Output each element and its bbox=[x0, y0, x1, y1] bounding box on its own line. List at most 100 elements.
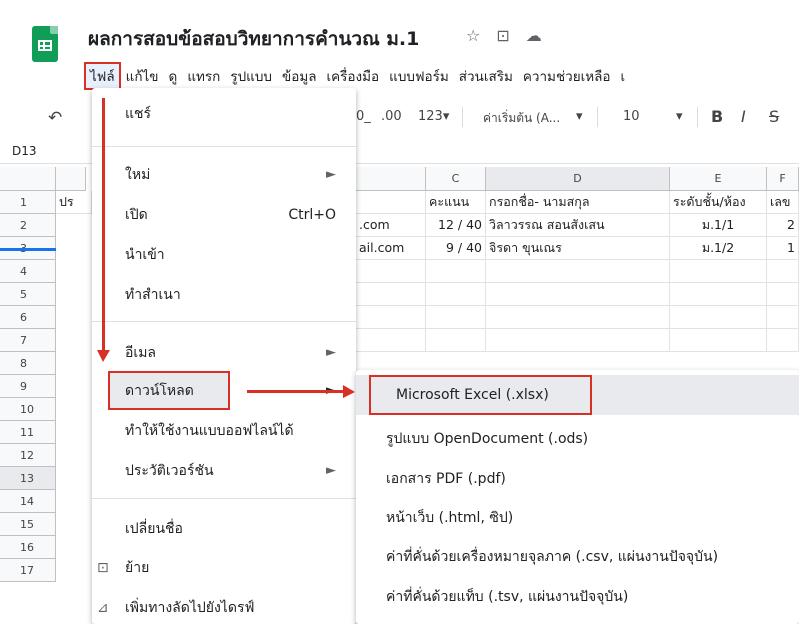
font-family-select[interactable]: ค่าเริ่มต้น (A... bbox=[483, 109, 560, 128]
name-box[interactable]: D13 bbox=[12, 144, 37, 158]
row-header[interactable]: 11 bbox=[0, 421, 56, 444]
font-size-select[interactable]: 10 bbox=[623, 109, 640, 124]
move-to-folder-icon[interactable]: ⊡ bbox=[496, 26, 509, 45]
cell-c2[interactable]: 12 / 40 bbox=[426, 214, 486, 237]
column-header-b-partial[interactable] bbox=[356, 167, 426, 191]
row-header[interactable]: 1 bbox=[0, 191, 56, 214]
cell-empty[interactable] bbox=[356, 306, 426, 329]
row-header[interactable]: 12 bbox=[0, 444, 56, 467]
menu-item-offline[interactable]: ทำให้ใช้งานแบบออฟไลน์ได้ bbox=[92, 414, 356, 448]
menu-item-email[interactable]: อีเมล ► bbox=[92, 336, 356, 370]
select-all-corner[interactable] bbox=[0, 167, 56, 191]
row-header[interactable]: 16 bbox=[0, 536, 56, 559]
cell-f2[interactable]: 2 bbox=[767, 214, 799, 237]
cell-empty[interactable] bbox=[670, 306, 767, 329]
menu-view[interactable]: ดู bbox=[164, 62, 183, 90]
italic-button[interactable]: I bbox=[741, 107, 746, 126]
menu-insert[interactable]: แทรก bbox=[182, 62, 225, 90]
menu-edit[interactable]: แก้ไข bbox=[121, 62, 164, 90]
cell-empty[interactable] bbox=[670, 329, 767, 352]
star-icon[interactable]: ☆ bbox=[466, 26, 480, 45]
cell-d3[interactable]: จิรดา ขุนเณร bbox=[486, 237, 670, 260]
menu-help[interactable]: ความช่วยเหลือ bbox=[518, 62, 616, 90]
column-header-a[interactable] bbox=[56, 167, 86, 191]
number-format-button[interactable]: 123▾ bbox=[418, 109, 449, 124]
column-header-f[interactable]: F bbox=[767, 167, 799, 191]
cell-d2[interactable]: วิลาวรรณ สอนสังเสน bbox=[486, 214, 670, 237]
cell-empty[interactable] bbox=[356, 260, 426, 283]
cell-empty[interactable] bbox=[767, 329, 799, 352]
cell-empty[interactable] bbox=[426, 283, 486, 306]
cell-empty[interactable] bbox=[356, 283, 426, 306]
menu-item-add-shortcut[interactable]: ⊿ เพิ่มทางลัดไปยังไดรฟ์ bbox=[92, 591, 356, 624]
row-header[interactable]: 10 bbox=[0, 398, 56, 421]
download-tsv[interactable]: ค่าที่คั่นด้วยแท็บ (.tsv, แผ่นงานปัจจุบั… bbox=[356, 577, 799, 617]
cell-f3[interactable]: 1 bbox=[767, 237, 799, 260]
cell-c1[interactable]: คะแนน bbox=[426, 191, 486, 214]
menu-item-share[interactable]: แชร์ bbox=[92, 97, 356, 131]
menu-data[interactable]: ข้อมูล bbox=[277, 62, 322, 90]
cell-empty[interactable] bbox=[426, 260, 486, 283]
row-header[interactable]: 4 bbox=[0, 260, 56, 283]
menu-item-version-history[interactable]: ประวัติเวอร์ชัน ► bbox=[92, 454, 356, 488]
cell-e1[interactable]: ระดับชั้น/ห้อง bbox=[670, 191, 767, 214]
sheets-logo[interactable] bbox=[32, 26, 58, 62]
download-pdf[interactable]: เอกสาร PDF (.pdf) bbox=[356, 459, 799, 499]
cell-a1[interactable]: ปร bbox=[56, 191, 92, 214]
cell-e3[interactable]: ม.1/2 bbox=[670, 237, 767, 260]
cell-empty[interactable] bbox=[767, 283, 799, 306]
menu-addons[interactable]: ส่วนเสริม bbox=[454, 62, 518, 90]
row-header[interactable]: 6 bbox=[0, 306, 56, 329]
increase-decimal-button[interactable]: .00 bbox=[381, 109, 402, 124]
cell-empty[interactable] bbox=[670, 283, 767, 306]
menu-truncated[interactable]: เ bbox=[616, 62, 631, 90]
cell-d1[interactable]: กรอกชื่อ- นามสกุล bbox=[486, 191, 670, 214]
cell-empty[interactable] bbox=[486, 306, 670, 329]
menu-tools[interactable]: เครื่องมือ bbox=[322, 62, 385, 90]
cell-empty[interactable] bbox=[486, 260, 670, 283]
menu-item-move[interactable]: ⊡ ย้าย bbox=[92, 551, 356, 585]
cell-empty[interactable] bbox=[670, 260, 767, 283]
column-header-e[interactable]: E bbox=[670, 167, 767, 191]
strikethrough-button[interactable]: S bbox=[769, 107, 779, 126]
row-header-selected[interactable]: 13 bbox=[0, 467, 56, 490]
menu-item-make-copy[interactable]: ทำสำเนา bbox=[92, 278, 356, 312]
cell-empty[interactable] bbox=[486, 283, 670, 306]
column-header-c[interactable]: C bbox=[426, 167, 486, 191]
cell-e2[interactable]: ม.1/1 bbox=[670, 214, 767, 237]
cell-f1[interactable]: เลข bbox=[767, 191, 799, 214]
row-header[interactable]: 17 bbox=[0, 559, 56, 582]
row-header[interactable]: 7 bbox=[0, 329, 56, 352]
cell-empty[interactable] bbox=[767, 260, 799, 283]
cloud-status-icon[interactable]: ☁ bbox=[526, 26, 542, 45]
decrease-decimal-button[interactable]: 0_ bbox=[356, 109, 371, 124]
download-html[interactable]: หน้าเว็บ (.html, ซิป) bbox=[356, 498, 799, 538]
menu-form[interactable]: แบบฟอร์ม bbox=[384, 62, 454, 90]
cell-b2[interactable]: .com bbox=[356, 214, 426, 237]
cell-empty[interactable] bbox=[486, 329, 670, 352]
cell-empty[interactable] bbox=[356, 329, 426, 352]
row-header[interactable]: 5 bbox=[0, 283, 56, 306]
chevron-down-icon[interactable]: ▾ bbox=[676, 109, 683, 124]
menu-item-rename[interactable]: เปลี่ยนชื่อ bbox=[92, 512, 356, 546]
cell-b1[interactable] bbox=[356, 191, 426, 214]
cell-b3[interactable]: ail.com bbox=[356, 237, 426, 260]
download-csv[interactable]: ค่าที่คั่นด้วยเครื่องหมายจุลภาค (.csv, แ… bbox=[356, 537, 799, 577]
row-header[interactable]: 15 bbox=[0, 513, 56, 536]
document-title[interactable]: ผลการสอบข้อสอบวิทยาการคำนวณ ม.1 bbox=[88, 24, 419, 54]
menu-item-new[interactable]: ใหม่ ► bbox=[92, 158, 356, 192]
menu-file[interactable]: ไฟล์ bbox=[84, 62, 121, 90]
cell-empty[interactable] bbox=[426, 329, 486, 352]
menu-format[interactable]: รูปแบบ bbox=[225, 62, 277, 90]
column-header-d[interactable]: D bbox=[486, 167, 670, 191]
bold-button[interactable]: B bbox=[711, 107, 723, 126]
menu-item-import[interactable]: นำเข้า bbox=[92, 238, 356, 272]
cell-empty[interactable] bbox=[767, 306, 799, 329]
row-header[interactable]: 9 bbox=[0, 375, 56, 398]
cell-c3[interactable]: 9 / 40 bbox=[426, 237, 486, 260]
download-ods[interactable]: รูปแบบ OpenDocument (.ods) bbox=[356, 419, 799, 459]
row-header[interactable]: 2 bbox=[0, 214, 56, 237]
cell-empty[interactable] bbox=[426, 306, 486, 329]
undo-icon[interactable]: ↶ bbox=[48, 108, 62, 128]
chevron-down-icon[interactable]: ▾ bbox=[576, 109, 583, 124]
